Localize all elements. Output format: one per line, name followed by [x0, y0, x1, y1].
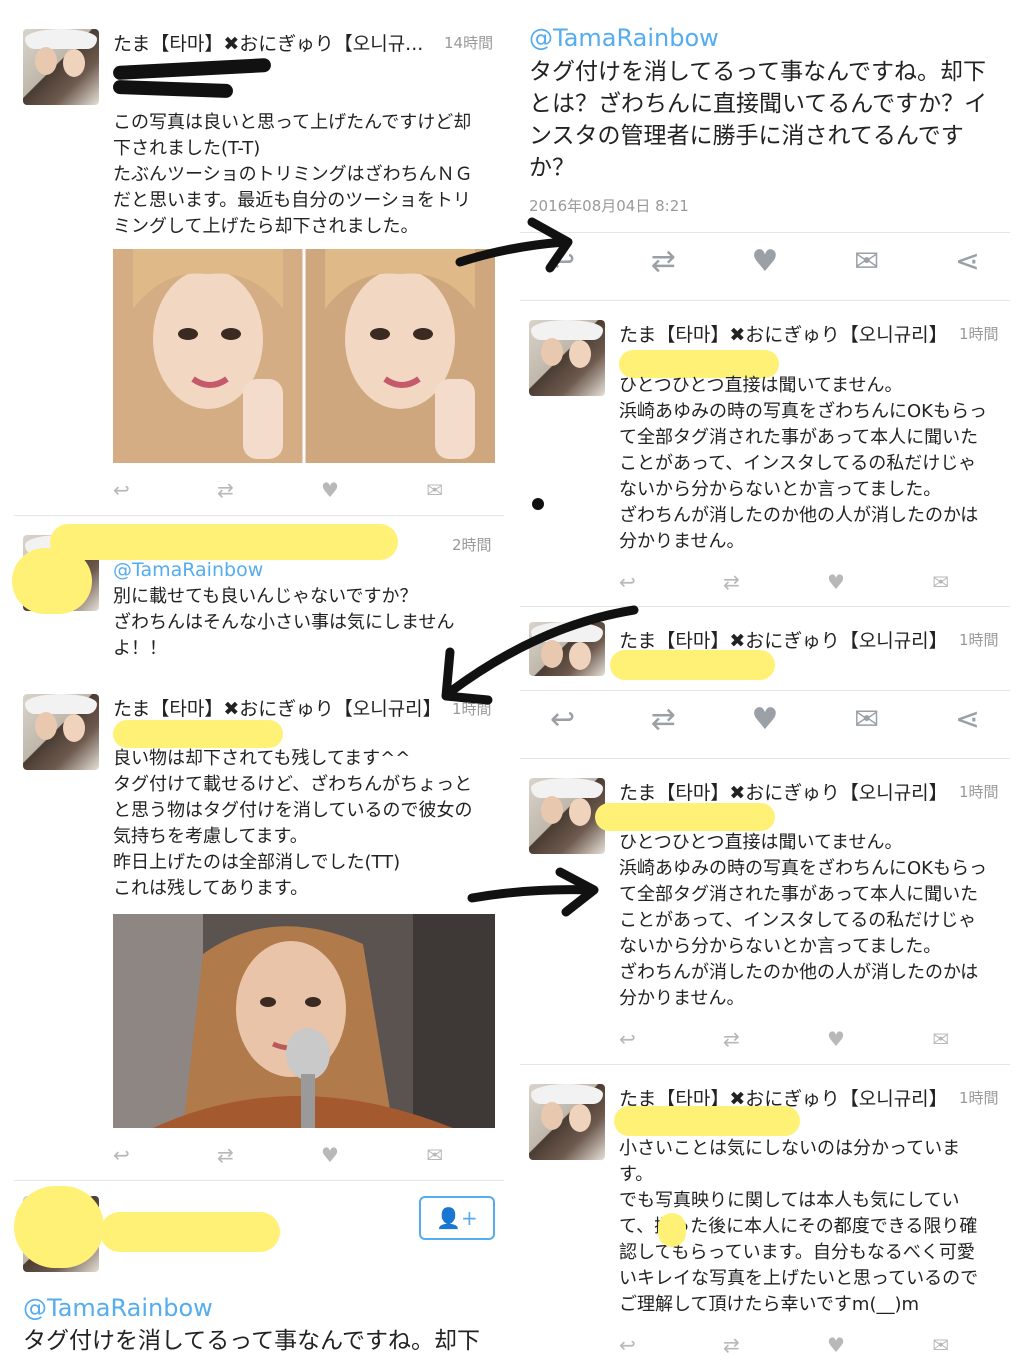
- annotation-overlay: [441, 217, 639, 917]
- annotation-arrow: [441, 605, 639, 705]
- annotation-dot: [532, 498, 544, 510]
- annotation-arrow: [455, 217, 573, 273]
- annotation-arrow: [467, 867, 599, 917]
